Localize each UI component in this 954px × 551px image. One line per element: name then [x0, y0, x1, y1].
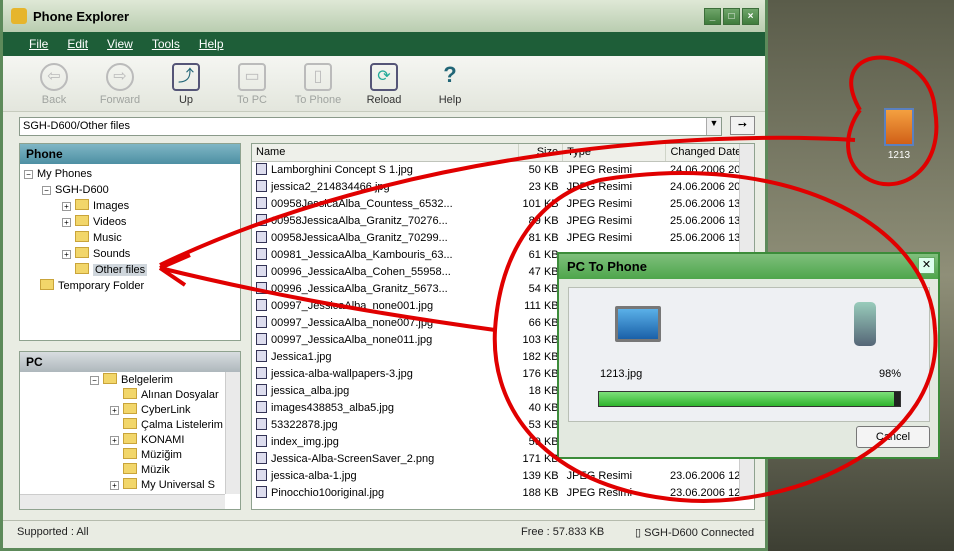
annotation-circle-icon [846, 55, 939, 187]
annotation-arrow-bottom [159, 266, 496, 332]
annotation-big-circle [492, 171, 938, 503]
red-annotation-overlay [158, 55, 939, 503]
annotation-arrow-top [159, 135, 856, 267]
